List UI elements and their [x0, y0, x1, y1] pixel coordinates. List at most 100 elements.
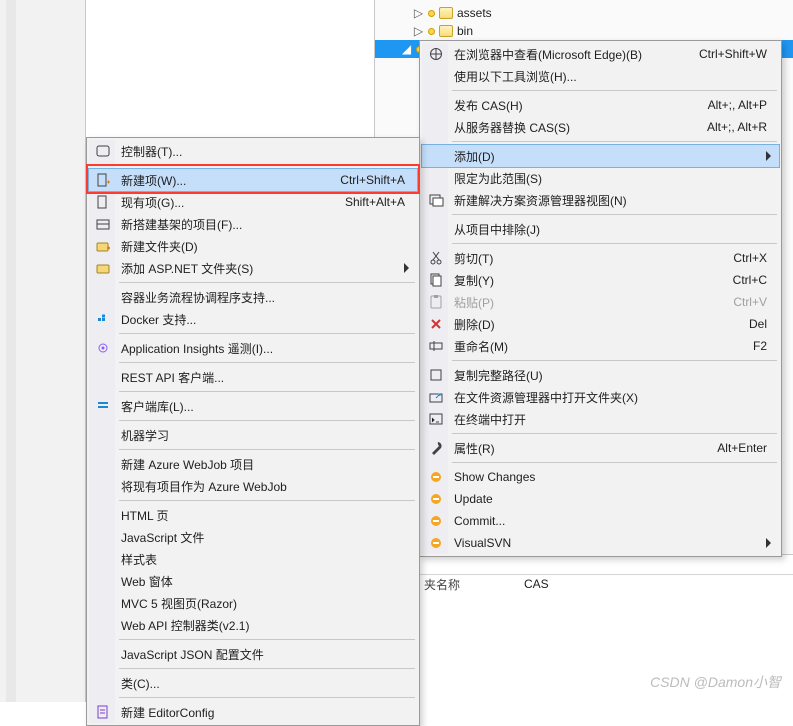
ctx-item[interactable]: 删除(D)Del — [422, 313, 779, 335]
add-item[interactable]: JavaScript 文件 — [89, 526, 417, 548]
menu-separator — [119, 449, 415, 450]
add-item[interactable]: 现有项(G)...Shift+Alt+A — [89, 191, 417, 213]
menu-item-label: Show Changes — [454, 470, 535, 484]
add-item[interactable]: Web 窗体 — [89, 570, 417, 592]
ctx-item[interactable]: Show Changes — [422, 466, 779, 488]
menu-item-label: 限定为此范围(S) — [454, 170, 542, 187]
menu-separator — [119, 697, 415, 698]
tree-item-bin[interactable]: ▷ bin — [399, 22, 793, 40]
blank-icon — [95, 646, 111, 662]
menu-item-label: 类(C)... — [121, 675, 160, 692]
ctx-item[interactable]: 复制(Y)Ctrl+C — [422, 269, 779, 291]
menu-item-label: Web 窗体 — [121, 573, 173, 590]
blank-icon — [95, 551, 111, 567]
menu-item-label: 新搭建基架的项目(F)... — [121, 216, 242, 233]
expander-icon[interactable]: ◢ — [401, 44, 412, 55]
add-item[interactable]: 新建 Azure WebJob 项目 — [89, 453, 417, 475]
menu-shortcut: Alt+;, Alt+P — [708, 98, 767, 112]
blank-icon — [95, 617, 111, 633]
menu-separator — [452, 214, 777, 215]
add-item[interactable]: 新建项(W)...Ctrl+Shift+A — [89, 169, 417, 191]
watermark: CSDN @Damon小智 — [650, 672, 781, 692]
add-item[interactable]: 机器学习 — [89, 424, 417, 446]
menu-item-label: REST API 客户端... — [121, 369, 224, 386]
ctx-item[interactable]: 使用以下工具浏览(H)... — [422, 65, 779, 87]
blank-icon — [428, 97, 444, 113]
ctx-item[interactable]: 新建解决方案资源管理器视图(N) — [422, 189, 779, 211]
add-item[interactable]: 新搭建基架的项目(F)... — [89, 213, 417, 235]
menu-separator — [452, 462, 777, 463]
menu-shortcut: Ctrl+C — [733, 273, 767, 287]
add-item[interactable]: MVC 5 视图页(Razor) — [89, 592, 417, 614]
expander-icon[interactable]: ▷ — [413, 26, 424, 37]
add-item[interactable]: 样式表 — [89, 548, 417, 570]
blank-icon — [95, 478, 111, 494]
cut-icon — [428, 250, 444, 266]
ctx-item[interactable]: Commit... — [422, 510, 779, 532]
menu-shortcut: Shift+Alt+A — [345, 195, 405, 209]
menu-separator — [452, 90, 777, 91]
property-row[interactable]: 夹名称 CAS — [374, 575, 793, 593]
paste-icon — [428, 294, 444, 310]
open-folder-icon — [428, 389, 444, 405]
ctx-item[interactable]: 复制完整路径(U) — [422, 364, 779, 386]
ctx-item[interactable]: 限定为此范围(S) — [422, 167, 779, 189]
menu-separator — [119, 420, 415, 421]
ctx-item[interactable]: Update — [422, 488, 779, 510]
ctx-item[interactable]: 从项目中排除(J) — [422, 218, 779, 240]
add-item[interactable]: Application Insights 遥测(I)... — [89, 337, 417, 359]
new-item-icon — [95, 172, 111, 188]
add-item[interactable]: HTML 页 — [89, 504, 417, 526]
menu-shortcut: Ctrl+Shift+W — [699, 47, 767, 61]
add-item[interactable]: REST API 客户端... — [89, 366, 417, 388]
menu-item-label: Docker 支持... — [121, 311, 196, 328]
ctx-item[interactable]: 属性(R)Alt+Enter — [422, 437, 779, 459]
menu-shortcut: Del — [749, 317, 767, 331]
ctx-item[interactable]: VisualSVN — [422, 532, 779, 554]
submenu-arrow-icon — [766, 538, 771, 548]
menu-separator — [452, 243, 777, 244]
add-item[interactable]: 将现有项目作为 Azure WebJob — [89, 475, 417, 497]
add-item[interactable]: 客户端库(L)... — [89, 395, 417, 417]
ctx-item[interactable]: 在文件资源管理器中打开文件夹(X) — [422, 386, 779, 408]
add-item[interactable]: JavaScript JSON 配置文件 — [89, 643, 417, 665]
copy-icon — [428, 272, 444, 288]
ctx-item[interactable]: 剪切(T)Ctrl+X — [422, 247, 779, 269]
add-item[interactable]: 容器业务流程协调程序支持... — [89, 286, 417, 308]
add-item[interactable]: 类(C)... — [89, 672, 417, 694]
blank-icon — [428, 170, 444, 186]
menu-item-label: 新建解决方案资源管理器视图(N) — [454, 192, 627, 209]
ml-icon — [95, 427, 111, 443]
add-item[interactable]: 控制器(T)... — [89, 140, 417, 162]
status-dot-icon — [428, 10, 435, 17]
menu-separator — [119, 391, 415, 392]
ctx-item[interactable]: 重命名(M)F2 — [422, 335, 779, 357]
scaffold-icon — [95, 216, 111, 232]
menu-shortcut: Ctrl+V — [733, 295, 767, 309]
terminal-icon — [428, 411, 444, 427]
blank-icon — [95, 573, 111, 589]
menu-item-label: 从服务器替换 CAS(S) — [454, 119, 570, 136]
ctx-item[interactable]: 发布 CAS(H)Alt+;, Alt+P — [422, 94, 779, 116]
delete-icon — [428, 316, 444, 332]
tree-item-assets[interactable]: ▷ assets — [399, 4, 793, 22]
svn-icon — [428, 491, 444, 507]
ctx-item[interactable]: 在终端中打开 — [422, 408, 779, 430]
submenu-arrow-icon — [404, 263, 409, 273]
ctx-item[interactable]: 在浏览器中查看(Microsoft Edge)(B)Ctrl+Shift+W — [422, 43, 779, 65]
ctx-item[interactable]: 从服务器替换 CAS(S)Alt+;, Alt+R — [422, 116, 779, 138]
add-item[interactable]: Docker 支持... — [89, 308, 417, 330]
add-item[interactable]: 新建文件夹(D) — [89, 235, 417, 257]
blank-icon — [95, 529, 111, 545]
blank-icon — [428, 221, 444, 237]
menu-item-label: 新建 Azure WebJob 项目 — [121, 456, 254, 473]
blank-icon — [95, 507, 111, 523]
add-item[interactable]: 新建 EditorConfig — [89, 701, 417, 723]
copy-path-icon — [428, 367, 444, 383]
folder-icon — [439, 7, 453, 19]
ctx-item[interactable]: 添加(D) — [422, 145, 779, 167]
add-item[interactable]: 添加 ASP.NET 文件夹(S) — [89, 257, 417, 279]
expander-icon[interactable]: ▷ — [413, 8, 424, 19]
add-item[interactable]: Web API 控制器类(v2.1) — [89, 614, 417, 636]
client-lib-icon — [95, 398, 111, 414]
